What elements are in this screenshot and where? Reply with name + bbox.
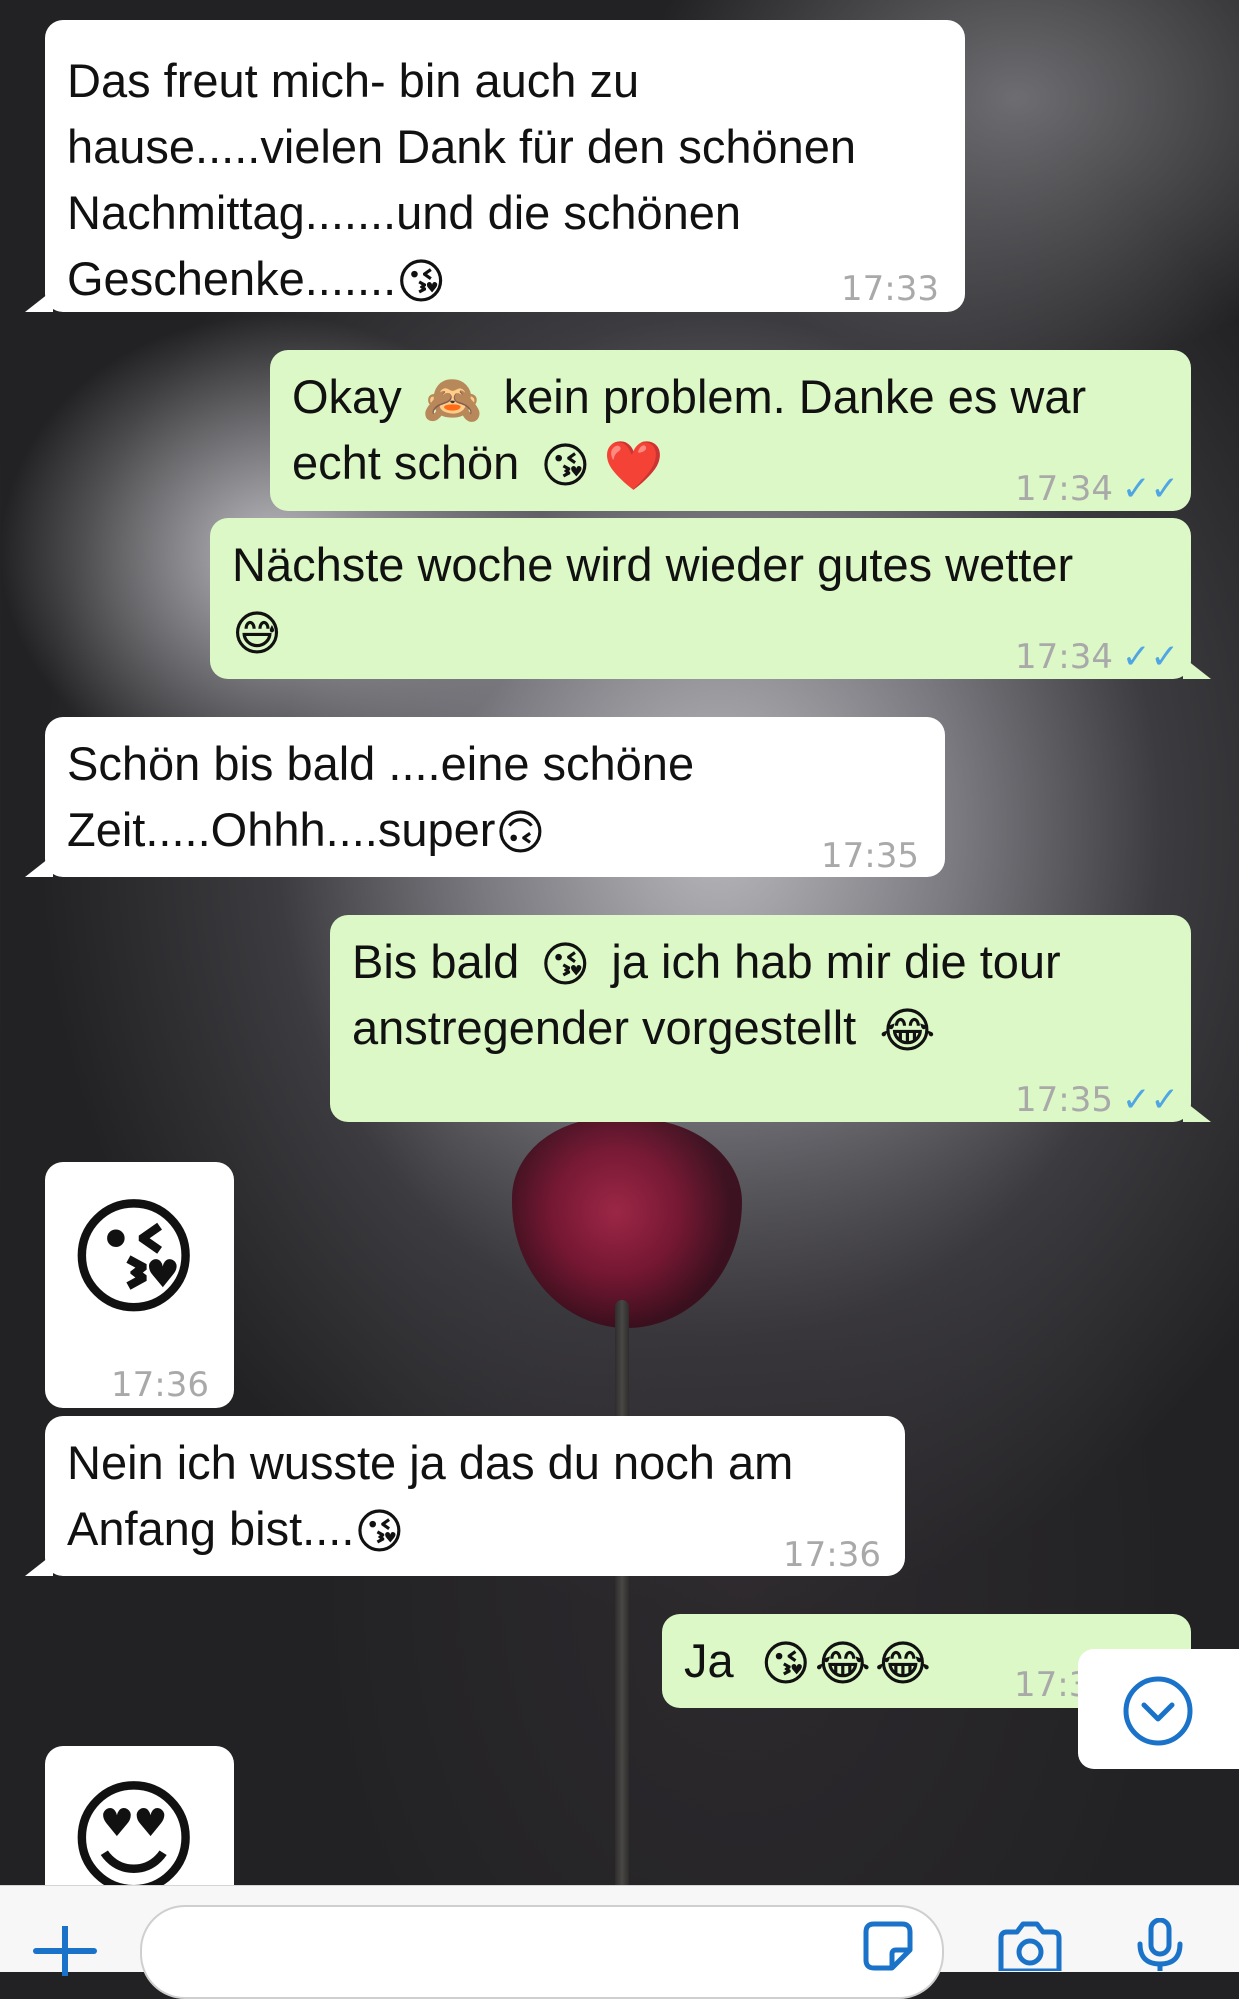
message-time: 17:36 [111, 1365, 209, 1405]
message-incoming-emoji[interactable]: 😘 17:36 [45, 1162, 234, 1408]
kissing-face-emoji: 😘 [396, 255, 447, 309]
message-text-line: Anfang bist....😘 [67, 1496, 404, 1566]
message-text-line: Das freut mich- bin auch zu [67, 54, 640, 107]
camera-icon[interactable] [995, 1920, 1065, 1971]
message-text-line: echt schön 😘 ❤️ [292, 430, 663, 500]
message-text: ja ich hab mir die tour [611, 935, 1061, 988]
read-receipt-icon: ✓✓ [1122, 1080, 1179, 1120]
message-incoming[interactable]: Das freut mich- bin auch zu hause.....vi… [25, 20, 965, 312]
message-text: Ja [684, 1634, 734, 1687]
message-outgoing[interactable]: Okay 🙈 kein problem. Danke es war echt s… [270, 350, 1191, 511]
message-incoming-emoji[interactable]: 😍 [45, 1746, 234, 1912]
message-text: Geschenke....... [67, 252, 397, 305]
message-text-line: Geschenke.......😘 [67, 246, 446, 316]
microphone-icon[interactable] [1130, 1918, 1190, 1971]
read-receipt-icon: ✓✓ [1122, 469, 1179, 509]
sticker-icon[interactable] [858, 1920, 918, 1971]
message-text-line: Schön bis bald ....eine schöne [67, 737, 695, 790]
message-text-line: Okay 🙈 kein problem. Danke es war [292, 364, 1086, 434]
message-text-line: Zeit.....Ohhh....super🙃 [67, 797, 545, 867]
plus-icon[interactable] [30, 1926, 100, 1976]
message-time: 17:35 [821, 836, 919, 876]
message-time: 17:36 [783, 1535, 881, 1575]
message-text-line: Nein ich wusste ja das du noch am [67, 1436, 794, 1489]
message-text: Okay [292, 370, 402, 423]
message-text-line: Ja 😘😂😂 [684, 1628, 931, 1698]
upside-down-face-emoji: 🙃 [495, 806, 546, 860]
tears-of-joy-emoji: 😂 [879, 1004, 936, 1058]
message-text: anstregender vorgestellt [352, 1001, 857, 1054]
kissing-face-emoji: 😘 [540, 938, 591, 992]
message-text: Zeit.....Ohhh....super [67, 803, 496, 856]
message-incoming[interactable]: Nein ich wusste ja das du noch am Anfang… [25, 1416, 905, 1576]
tears-of-joy-emoji: 😂 [874, 1637, 931, 1691]
message-text: echt schön [292, 436, 520, 489]
read-receipt-icon: ✓✓ [1122, 637, 1179, 677]
grinning-sweat-emoji: 😅 [232, 607, 283, 661]
message-time: 17:33 [841, 269, 939, 309]
chevron-down-circle-icon [1123, 1676, 1193, 1746]
message-incoming[interactable]: Schön bis bald ....eine schöne Zeit.....… [25, 717, 945, 877]
message-text-line: hause.....vielen Dank für den schönen [67, 120, 857, 173]
message-text-line: Nachmittag.......und die schönen [67, 186, 742, 239]
message-time: 17:34 [1015, 469, 1113, 509]
kissing-face-emoji: 😘 [540, 439, 591, 493]
kissing-face-emoji: 😘 [760, 1637, 811, 1691]
message-input[interactable] [140, 1905, 944, 1999]
message-text-line: Bis bald 😘 ja ich hab mir die tour [352, 929, 1061, 999]
see-no-evil-monkey-emoji: 🙈 [422, 373, 483, 427]
red-heart-emoji: ❤️ [603, 439, 664, 493]
message-text-line: Nächste woche wird wieder gutes wetter [232, 538, 1074, 591]
message-text-line: 😅 [232, 598, 282, 668]
message-outgoing[interactable]: Nächste woche wird wieder gutes wetter 😅… [210, 518, 1211, 679]
message-outgoing[interactable]: Bis bald 😘 ja ich hab mir die tour anstr… [330, 915, 1211, 1122]
message-text: Anfang bist.... [67, 1502, 355, 1555]
tears-of-joy-emoji: 😂 [814, 1637, 871, 1691]
kissing-face-emoji: 😘 [67, 1187, 201, 1330]
message-text: Bis bald [352, 935, 520, 988]
scroll-to-bottom-button[interactable] [1078, 1649, 1239, 1769]
wallpaper-tulip-stem [615, 1300, 629, 1900]
message-text: kein problem. Danke es war [503, 370, 1087, 423]
message-time: 17:34 [1015, 637, 1113, 677]
kissing-face-emoji: 😘 [354, 1505, 405, 1559]
message-text-line: anstregender vorgestellt 😂 [352, 995, 935, 1065]
message-time: 17:35 [1015, 1080, 1113, 1120]
